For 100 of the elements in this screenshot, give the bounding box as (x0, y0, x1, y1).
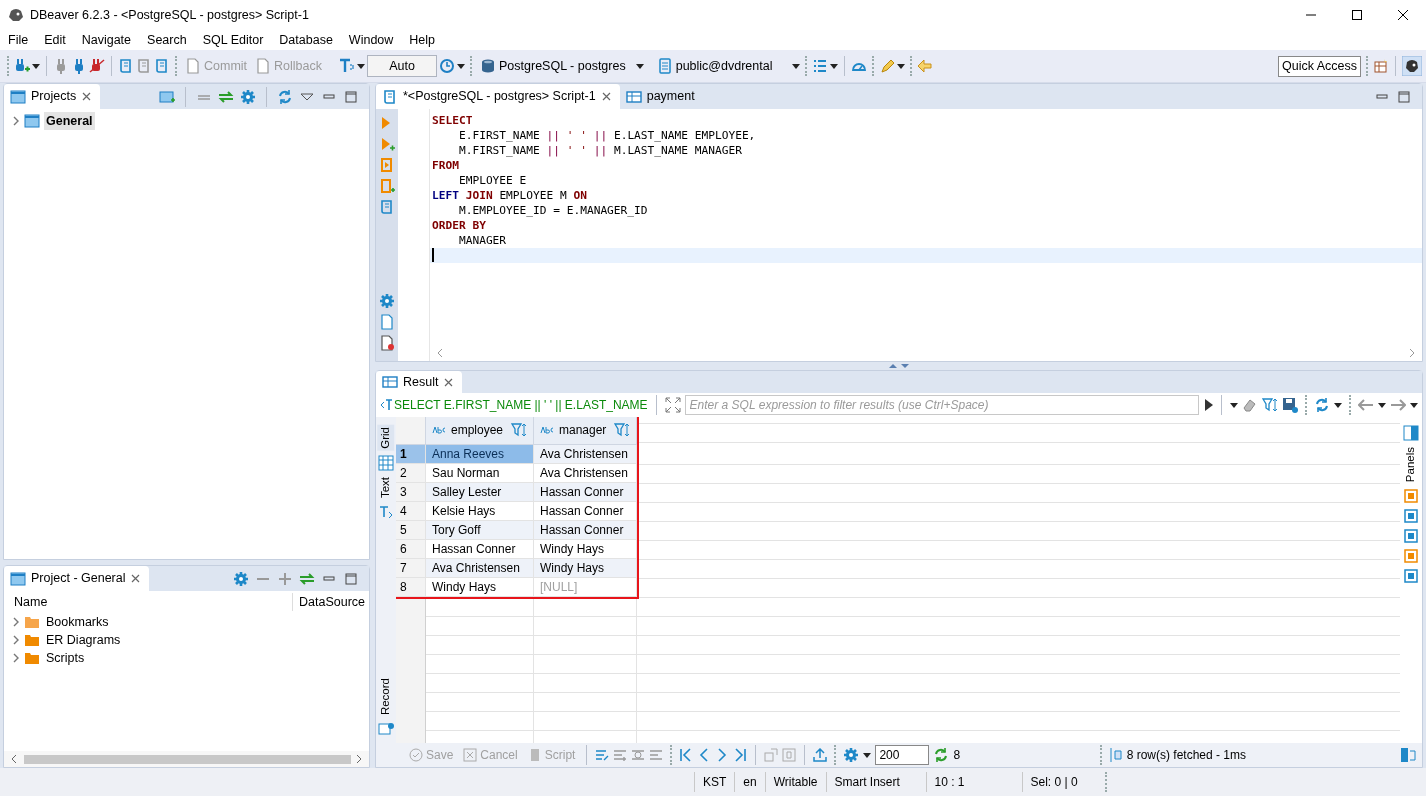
editor-tab[interactable]: payment (619, 84, 703, 109)
schema-icon[interactable] (656, 58, 673, 74)
refresh-icon[interactable] (277, 88, 293, 105)
settings-icon[interactable] (240, 88, 256, 105)
scroll-right-icon[interactable] (1408, 348, 1416, 358)
schema-selector[interactable]: public@dvdrental (653, 54, 791, 78)
grouping-icon[interactable] (1403, 528, 1419, 545)
caret-icon[interactable] (635, 63, 644, 69)
panel-tab[interactable]: Project - General (4, 566, 150, 591)
filter-icon[interactable] (1262, 397, 1278, 413)
document-icon[interactable] (185, 58, 201, 74)
record-icon[interactable] (378, 721, 394, 737)
expand-icon[interactable] (664, 397, 681, 413)
table-icon[interactable] (382, 374, 398, 390)
caret-icon[interactable] (1230, 402, 1238, 408)
script-icon[interactable] (382, 88, 398, 105)
sql-editor-icon[interactable] (118, 58, 134, 74)
link-icon[interactable] (299, 570, 315, 587)
new-script-icon[interactable] (154, 58, 170, 74)
format-icon[interactable] (339, 58, 355, 74)
export-icon[interactable] (813, 748, 828, 762)
menu-item[interactable]: Database (271, 30, 341, 50)
run-script-plus-icon[interactable] (379, 178, 395, 194)
table-icon[interactable] (625, 88, 642, 105)
export-icon[interactable] (379, 314, 395, 330)
value-icon[interactable] (1403, 488, 1419, 505)
layout-icon[interactable] (1400, 747, 1416, 763)
close-icon[interactable] (1398, 10, 1408, 20)
expand-icon[interactable] (12, 115, 20, 127)
last-page-icon[interactable] (733, 748, 748, 762)
column-header[interactable]: Name (4, 592, 292, 612)
editor-tab[interactable]: *<PostgreSQL - postgres> Script-1 (376, 84, 620, 109)
database-icon[interactable] (480, 58, 496, 74)
add-icon[interactable] (277, 570, 293, 587)
expand-icon[interactable] (12, 616, 20, 628)
expand-icon[interactable] (12, 634, 20, 646)
caret-icon[interactable] (1334, 402, 1342, 408)
quick-access-field[interactable]: Quick Access (1277, 55, 1361, 77)
caret-icon[interactable] (897, 63, 906, 69)
expand-icon[interactable] (12, 652, 20, 664)
document-icon[interactable] (255, 58, 272, 74)
panels-icon[interactable] (1403, 425, 1419, 441)
result-tab[interactable]: Result (376, 371, 463, 393)
column-header[interactable]: DataSource (292, 592, 365, 612)
first-page-icon[interactable] (679, 748, 694, 762)
scroll-right-icon[interactable] (355, 754, 363, 764)
panel-tab[interactable]: Projects (4, 84, 101, 109)
connection-selector[interactable]: PostgreSQL - postgres (477, 54, 634, 78)
filter-field[interactable]: Enter a SQL expression to filter results (use Ctrl+Space) (684, 395, 1199, 415)
corner-cell[interactable] (396, 417, 426, 445)
explain-icon[interactable] (379, 199, 395, 215)
query-link[interactable]: SELECT E.FIRST_NAME || ' ' || E.LAST_NAME (380, 396, 648, 414)
menu-item[interactable]: Help (401, 30, 444, 50)
settings-icon[interactable] (379, 293, 395, 309)
menu-item[interactable]: SQL Editor (194, 30, 272, 50)
filter-icon[interactable] (511, 422, 527, 438)
tree-item[interactable]: Bookmarks (44, 612, 111, 632)
references-icon[interactable] (1403, 568, 1419, 585)
view-tab[interactable]: Text (377, 474, 395, 500)
plug-plus-icon[interactable] (14, 58, 30, 74)
menu-item[interactable]: Search (139, 30, 195, 50)
fetch-size-field[interactable]: 200 (875, 745, 930, 765)
calc-icon[interactable] (1403, 548, 1419, 565)
run-script-icon[interactable] (379, 157, 395, 173)
script-icon[interactable] (136, 58, 152, 74)
view-tab[interactable]: Grid (377, 425, 395, 451)
refresh-icon[interactable] (933, 747, 950, 763)
tree-item[interactable]: ER Diagrams (44, 630, 123, 650)
scroll-left-icon[interactable] (436, 348, 444, 358)
panels-tab[interactable]: Panels (1402, 445, 1420, 485)
save-filter-icon[interactable] (1282, 397, 1298, 413)
delete-row-icon[interactable] (649, 748, 664, 762)
menu-item[interactable]: Edit (36, 30, 74, 50)
column-header[interactable]: employee (425, 417, 534, 445)
scroll-left-icon[interactable] (10, 754, 18, 764)
link-icon[interactable] (218, 88, 234, 105)
text-icon[interactable] (378, 503, 394, 520)
run-plus-icon[interactable] (379, 136, 395, 152)
caret-icon[interactable] (457, 63, 465, 69)
transaction-mode-button[interactable]: Auto (367, 55, 437, 77)
tree-item[interactable]: Scripts (44, 648, 87, 668)
caret-icon[interactable] (830, 63, 839, 69)
edit-icon[interactable] (595, 748, 610, 762)
grid-icon[interactable] (378, 454, 394, 471)
perspective-icon[interactable] (1373, 58, 1389, 74)
column-header[interactable]: manager (533, 417, 637, 445)
pointer-icon[interactable] (917, 58, 934, 74)
tree-item[interactable]: General (44, 111, 95, 131)
caret-icon[interactable] (1410, 402, 1418, 408)
caret-icon[interactable] (792, 63, 801, 69)
apply-filter-icon[interactable] (1203, 398, 1213, 412)
caret-icon[interactable] (1378, 402, 1386, 408)
scrollbar-thumb[interactable] (24, 754, 351, 764)
maximize-icon[interactable] (1352, 10, 1362, 20)
add-row-icon[interactable] (613, 748, 628, 762)
caret-icon[interactable] (357, 63, 365, 69)
history-icon[interactable] (439, 58, 455, 74)
load-icon[interactable] (379, 335, 395, 351)
plug-x-icon[interactable] (89, 58, 105, 74)
refresh-icon[interactable] (1314, 397, 1330, 413)
